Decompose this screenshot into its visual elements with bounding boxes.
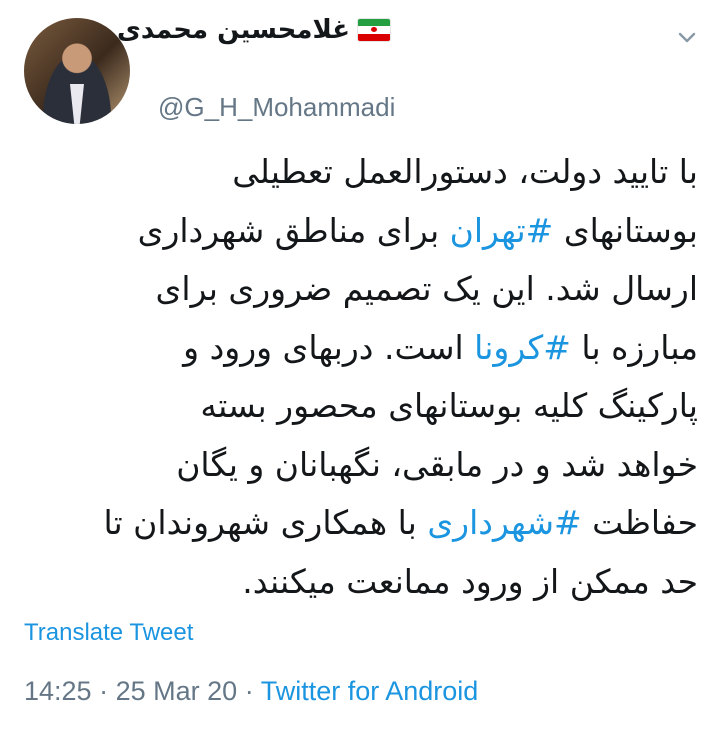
hashtag-link[interactable]: #تهران [450,211,554,250]
tweet-date[interactable]: 25 Mar 20 [116,676,238,706]
meta-separator: · [99,676,109,706]
iran-flag-icon [358,19,390,41]
hashtag-link[interactable]: #شهرداری [427,503,581,542]
tweet-line: ارسال شد. این یک تصمیم ضروری برای [155,269,698,308]
tweet-header: غلامحسین محمدی @G_H_Mohammadi [0,0,720,130]
tweet-text-segment: حفاظت [581,503,698,542]
user-names: غلامحسین محمدی [117,10,390,50]
tweet-text-segment: با همکاری شهروندان تا [103,503,428,542]
display-name[interactable]: غلامحسین محمدی [117,15,350,45]
tweet-line: پارکینگ کلیه بوستانهای محصور بسته [200,386,698,425]
tweet-source-link[interactable]: Twitter for Android [261,676,479,706]
tweet-text-segment: مبارزه با [570,327,698,367]
display-name-row[interactable]: غلامحسین محمدی [117,10,390,50]
tweet-line: حفاظت #شهرداری با همکاری شهروندان تا [22,494,698,553]
tweet-meta: 14:25 · 25 Mar 20 · Twitter for Android [24,676,478,707]
tweet-text-segment: برای مناطق شهرداری [137,210,450,250]
tweet-text-segment: است. دربهای ورود و [183,327,475,367]
tweet-text-segment: بوستانهای [553,210,698,250]
user-handle[interactable]: @G_H_Mohammadi [158,92,395,123]
tweet-line: حد ممکن از ورود ممانعت میکنند. [242,561,698,601]
tweet-time[interactable]: 14:25 [24,676,92,706]
meta-separator: · [244,676,254,706]
tweet-line: بوستانهای #تهران برای مناطق شهرداری [22,202,698,261]
tweet-line: با تایید دولت، دستورالعمل تعطیلی [232,152,698,191]
avatar-shirt [70,84,84,124]
translate-tweet-link[interactable]: Translate Tweet [24,619,193,647]
tweet-line: خواهد شد و در مابقی، نگهبانان و یگان [176,444,698,484]
tweet-line: مبارزه با #کرونا است. دربهای ورود و [22,319,698,378]
avatar[interactable] [24,18,130,124]
tweet-text: با تایید دولت، دستورالعمل تعطیلی بوستانه… [22,143,698,611]
hashtag-link[interactable]: #کرونا [474,328,571,367]
chevron-down-icon[interactable] [676,26,698,48]
